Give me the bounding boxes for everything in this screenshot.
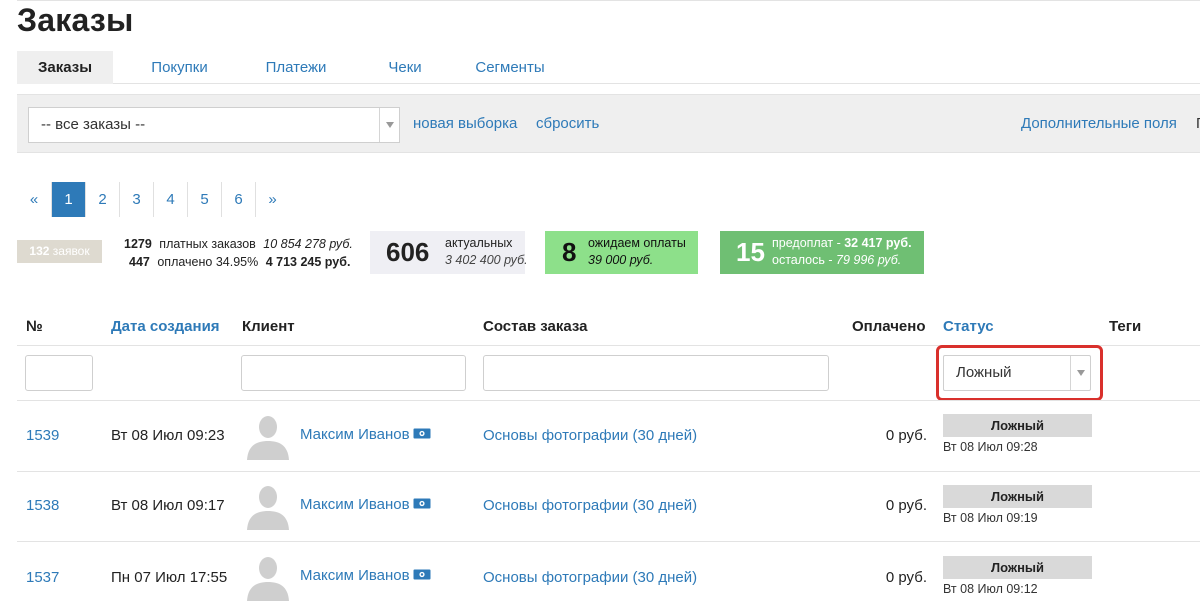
money-icon bbox=[413, 498, 431, 509]
top-divider bbox=[17, 0, 1200, 1]
order-id-link[interactable]: 1537 bbox=[26, 569, 59, 587]
user-silhouette-icon bbox=[243, 480, 293, 530]
order-created: Вт 08 Июл 09:23 bbox=[111, 427, 225, 444]
pagination-page[interactable]: 2 bbox=[85, 182, 119, 217]
paid-percent-sum: 4 713 245 руб. bbox=[265, 255, 351, 269]
awaiting-payment-box[interactable]: 8 ожидаем оплаты 39 000 руб. bbox=[545, 231, 698, 274]
tab-receipts[interactable]: Чеки bbox=[375, 51, 435, 84]
actual-sum: 3 402 400 руб. bbox=[445, 253, 528, 267]
awaiting-label: ожидаем оплаты bbox=[588, 236, 686, 250]
order-filter-value: -- все заказы -- bbox=[41, 116, 146, 133]
client-cell: Максим Иванов bbox=[300, 567, 431, 585]
client-cell: Максим Иванов bbox=[300, 496, 431, 514]
column-tags: Теги bbox=[1109, 318, 1142, 335]
tab-orders[interactable]: Заказы bbox=[17, 51, 113, 84]
order-created: Пн 07 Июл 17:55 bbox=[111, 569, 228, 586]
order-filter-select[interactable]: -- все заказы -- bbox=[28, 107, 400, 143]
column-created-sort[interactable]: Дата создания bbox=[111, 318, 220, 336]
row-divider bbox=[17, 400, 1200, 401]
prepaid-box[interactable]: 15 предоплат - 32 417 руб. осталось - 79… bbox=[720, 231, 924, 274]
order-paid: 0 руб. bbox=[885, 497, 927, 514]
tab-segments[interactable]: Сегменты bbox=[467, 51, 553, 84]
order-paid: 0 руб. bbox=[885, 427, 927, 444]
extra-fields-link[interactable]: Дополнительные поля bbox=[1021, 115, 1177, 132]
paid-percent-stat: 447 оплачено 34.95% 4 713 245 руб. bbox=[129, 255, 350, 269]
row-divider bbox=[17, 471, 1200, 472]
paid-orders-label: платных заказов bbox=[159, 237, 256, 251]
column-status-sort[interactable]: Статус bbox=[943, 318, 994, 336]
user-silhouette-icon bbox=[243, 551, 293, 601]
paid-percent-label: оплачено 34.95% bbox=[157, 255, 259, 269]
row-divider bbox=[17, 541, 1200, 542]
reset-link[interactable]: сбросить bbox=[536, 115, 599, 132]
tab-purchases[interactable]: Покупки bbox=[133, 51, 226, 84]
filter-bar: -- все заказы -- новая выборка сбросить … bbox=[17, 94, 1200, 153]
column-client: Клиент bbox=[242, 318, 295, 335]
orders-count: 132 bbox=[29, 244, 50, 258]
paid-orders-count: 1279 bbox=[124, 237, 152, 251]
pagination-page[interactable]: 4 bbox=[153, 182, 187, 217]
order-paid: 0 руб. bbox=[885, 569, 927, 586]
paid-orders-sum: 10 854 278 руб. bbox=[263, 237, 353, 251]
order-id-link[interactable]: 1538 bbox=[26, 497, 59, 515]
select-arrow-box bbox=[379, 108, 399, 142]
order-created: Вт 08 Июл 09:17 bbox=[111, 497, 225, 514]
status-badge: Ложный bbox=[943, 556, 1092, 579]
pagination-next[interactable]: » bbox=[255, 182, 289, 217]
order-composition-link[interactable]: Основы фотографии (30 дней) bbox=[483, 569, 697, 587]
actual-count: 606 bbox=[386, 237, 430, 267]
prepaid-sum: 32 417 руб. bbox=[844, 236, 912, 250]
orders-count-label: заявок bbox=[52, 244, 90, 258]
pagination-prev[interactable]: « bbox=[17, 182, 51, 217]
order-id-link[interactable]: 1539 bbox=[26, 427, 59, 445]
client-name-link[interactable]: Максим Иванов bbox=[300, 426, 410, 443]
paid-percent-count: 447 bbox=[129, 255, 150, 269]
page-title: Заказы bbox=[17, 2, 134, 38]
new-selection-link[interactable]: новая выборка bbox=[413, 115, 517, 132]
number-filter-input[interactable] bbox=[25, 355, 93, 391]
status-time: Вт 08 Июл 09:12 bbox=[943, 582, 1038, 596]
cut-off-text: П bbox=[1196, 115, 1200, 132]
pagination-page[interactable]: 6 bbox=[221, 182, 255, 217]
money-icon bbox=[413, 569, 431, 580]
pagination-page[interactable]: 1 bbox=[51, 182, 85, 217]
status-time: Вт 08 Июл 09:28 bbox=[943, 440, 1038, 454]
status-filter-highlight bbox=[936, 345, 1103, 401]
awaiting-count: 8 bbox=[562, 237, 577, 267]
column-paid: Оплачено bbox=[852, 318, 926, 335]
pagination-page[interactable]: 5 bbox=[187, 182, 221, 217]
client-cell: Максим Иванов bbox=[300, 426, 431, 444]
remaining-line: осталось - 79 996 руб. bbox=[772, 253, 901, 267]
client-name-link[interactable]: Максим Иванов bbox=[300, 496, 410, 513]
prepaid-count: 15 bbox=[736, 237, 765, 267]
status-badge: Ложный bbox=[943, 414, 1092, 437]
client-name-link[interactable]: Максим Иванов bbox=[300, 567, 410, 584]
pagination-page[interactable]: 3 bbox=[119, 182, 153, 217]
orders-count-badge[interactable]: 132 заявок bbox=[17, 240, 102, 263]
client-filter-input[interactable] bbox=[241, 355, 466, 391]
composition-filter-input[interactable] bbox=[483, 355, 829, 391]
money-icon bbox=[413, 428, 431, 439]
awaiting-sum: 39 000 руб. bbox=[588, 253, 654, 267]
prepaid-label: предоплат - bbox=[772, 236, 845, 250]
order-composition-link[interactable]: Основы фотографии (30 дней) bbox=[483, 497, 697, 515]
paid-orders-stat: 1279 платных заказов 10 854 278 руб. bbox=[124, 237, 353, 251]
status-badge: Ложный bbox=[943, 485, 1092, 508]
status-time: Вт 08 Июл 09:19 bbox=[943, 511, 1038, 525]
prepaid-line: предоплат - 32 417 руб. bbox=[772, 236, 912, 250]
column-composition: Состав заказа bbox=[483, 318, 588, 335]
order-composition-link[interactable]: Основы фотографии (30 дней) bbox=[483, 427, 697, 445]
remaining-label: осталось - bbox=[772, 253, 836, 267]
actual-orders-box[interactable]: 606 актуальных 3 402 400 руб. bbox=[370, 231, 528, 274]
pagination: « 1 2 3 4 5 6 » bbox=[17, 182, 289, 217]
tabs-bar: Заказы Покупки Платежи Чеки Сегменты bbox=[17, 51, 1200, 84]
tab-payments[interactable]: Платежи bbox=[251, 51, 341, 84]
actual-label: актуальных bbox=[445, 236, 513, 250]
remaining-sum: 79 996 руб. bbox=[836, 253, 902, 267]
column-number: № bbox=[26, 318, 43, 335]
chevron-down-icon bbox=[386, 122, 394, 128]
user-silhouette-icon bbox=[243, 410, 293, 460]
